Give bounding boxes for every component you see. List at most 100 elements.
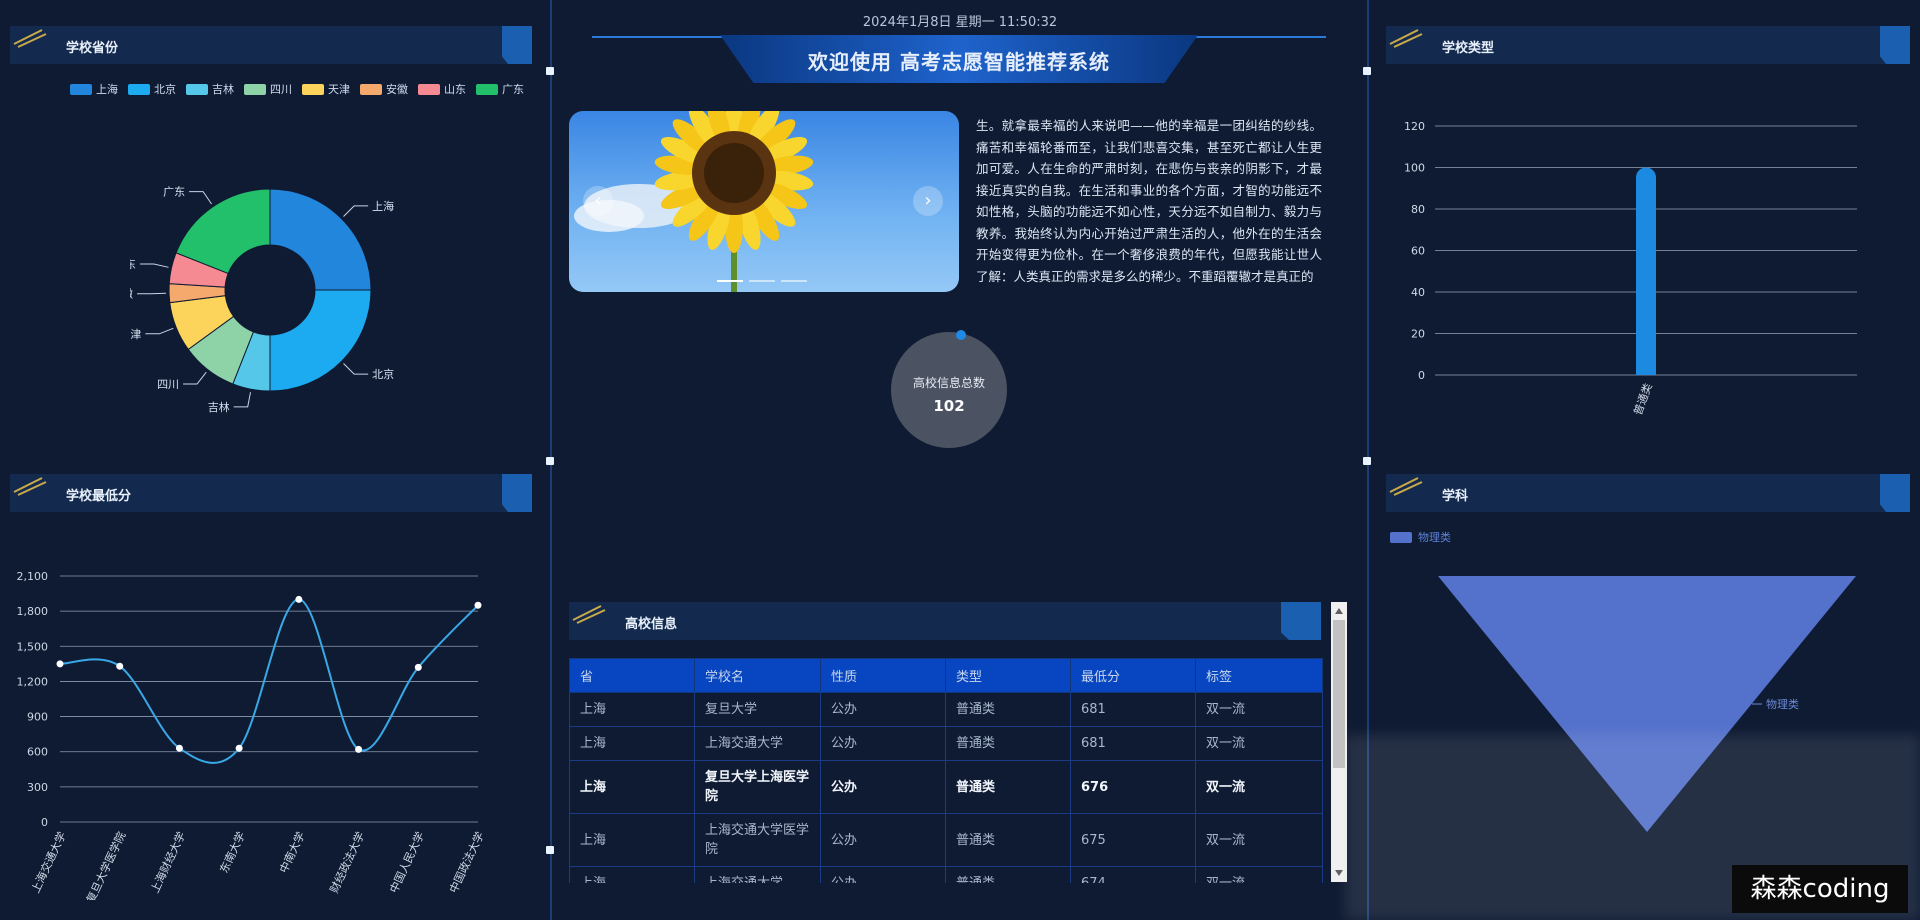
carousel-next-button[interactable]: › (913, 186, 943, 216)
page-title: 欢迎使用 高考志愿智能推荐系统 (808, 50, 1110, 74)
y-tick-label: 900 (27, 711, 48, 724)
x-tick-label: 上海财经大学 (148, 829, 189, 895)
x-tick-label: 东南大学 (217, 829, 248, 875)
cell-min-score: 681 (1070, 726, 1196, 761)
legend-item[interactable]: 安徽 (360, 81, 408, 97)
panel-corner-tab (502, 26, 532, 64)
cell-min-score: 681 (1070, 692, 1196, 727)
legend-item[interactable]: 上海 (70, 81, 118, 97)
legend-label: 北京 (154, 83, 176, 96)
cell-min-score: 675 (1070, 813, 1196, 867)
pie-slice-label: 上海 (372, 199, 394, 213)
cell-nature: 公办 (820, 760, 946, 814)
total-count-value: 102 (933, 397, 965, 415)
pie-slice-label: 安徽 (130, 287, 133, 301)
cell-tag: 双一流 (1195, 813, 1323, 867)
divider-handle[interactable] (1363, 67, 1371, 75)
x-tick-label: 财经政法大学 (327, 829, 368, 895)
pie-slice-label: 四川 (157, 378, 179, 391)
panel-corner-tab (502, 474, 532, 512)
y-tick-label: 0 (41, 816, 48, 829)
province-donut-chart: 上海北京吉林 四川 天津 安徽 山东 广东 (130, 186, 394, 414)
x-tick-label: 复旦大学医学院 (83, 829, 128, 900)
legend-item[interactable]: 山东 (418, 81, 466, 97)
cell-type: 普通类 (945, 692, 1071, 727)
min-score-panel-header: 学校最低分 (10, 474, 532, 512)
cell-school: 上海交通大学 (694, 866, 821, 883)
y-tick-label: 1,800 (17, 605, 49, 618)
legend-swatch (128, 83, 150, 95)
pie-label-line (183, 371, 207, 385)
legend-item[interactable]: 广东 (476, 81, 524, 97)
x-tick-label: 中国政法大学 (446, 829, 487, 895)
cell-province: 上海 (569, 866, 695, 883)
table-header-row: 省 学校名 性质 类型 最低分 标签 (569, 658, 1323, 693)
x-tick-label: 中南大学 (276, 829, 307, 875)
data-point (355, 745, 363, 753)
total-count-label: 高校信息总数 (912, 376, 985, 390)
pie-slice-label: 广东 (163, 186, 185, 199)
pie-slice (269, 289, 372, 392)
table-row[interactable]: 上海 复旦大学 公办 普通类 681 双一流 (569, 692, 1323, 727)
legend-label: 四川 (270, 83, 292, 96)
cell-nature: 公办 (820, 692, 946, 727)
image-carousel[interactable]: ‹ › (569, 111, 959, 292)
cell-type: 普通类 (945, 726, 1071, 761)
column-header-nature[interactable]: 性质 (820, 658, 946, 693)
data-point (56, 660, 64, 668)
y-tick-label: 80 (1411, 203, 1425, 216)
province-panel-header: 学校省份 (10, 26, 532, 64)
scroll-thumb[interactable] (1333, 620, 1345, 768)
data-point (116, 662, 124, 670)
panel-corner-tab (1880, 26, 1910, 64)
min-score-panel-title: 学校最低分 (66, 489, 132, 504)
subject-panel-title: 学科 (1442, 489, 1469, 504)
table-row-hovered[interactable]: 上海 复旦大学上海医学院 公办 普通类 676 双一流 (569, 760, 1323, 814)
scroll-down-icon[interactable] (1335, 870, 1343, 876)
divider-handle[interactable] (546, 67, 554, 75)
cell-province: 上海 (569, 726, 695, 761)
table-row[interactable]: 上海 上海交通大学医学院 公办 普通类 675 双一流 (569, 813, 1323, 867)
carousel-dot[interactable] (749, 280, 775, 282)
y-tick-label: 300 (27, 781, 48, 794)
y-tick-label: 600 (27, 746, 48, 759)
y-tick-label: 1,500 (17, 640, 49, 653)
watermark: 森森coding (1732, 865, 1908, 913)
header-stripes-icon (1389, 29, 1423, 48)
column-header-min-score[interactable]: 最低分 (1070, 658, 1196, 693)
legend-swatch (186, 83, 208, 95)
carousel-dot[interactable] (717, 280, 743, 282)
y-tick-label: 1,200 (17, 675, 49, 688)
cell-province: 上海 (569, 692, 695, 727)
cell-province: 上海 (569, 813, 695, 867)
carousel-dot[interactable] (781, 280, 807, 282)
column-header-tag[interactable]: 标签 (1195, 658, 1323, 693)
legend-swatch (418, 83, 440, 95)
cell-nature: 公办 (820, 726, 946, 761)
pie-slice (269, 188, 372, 291)
table-row[interactable]: 上海 上海交通大学 公办 普通类 681 双一流 (569, 726, 1323, 761)
cell-school: 上海交通大学 (694, 726, 821, 761)
legend-item[interactable]: 天津 (302, 81, 350, 97)
divider-handle[interactable] (1363, 457, 1371, 465)
legend-swatch (476, 83, 498, 95)
carousel-prev-button[interactable]: ‹ (583, 186, 613, 216)
divider-handle[interactable] (546, 846, 554, 854)
cell-min-score: 676 (1070, 760, 1196, 814)
column-header-type[interactable]: 类型 (945, 658, 1071, 693)
column-header-school[interactable]: 学校名 (694, 658, 821, 693)
scroll-up-icon[interactable] (1335, 608, 1343, 614)
pie-label-line (139, 263, 169, 268)
legend-item[interactable]: 四川 (244, 81, 292, 97)
legend-label: 物理类 (1418, 530, 1451, 544)
x-tick-label: 普通类 (1630, 381, 1654, 417)
bar (1636, 167, 1656, 375)
divider-handle[interactable] (546, 457, 554, 465)
legend-item[interactable]: 吉林 (186, 81, 234, 97)
table-row[interactable]: 上海 上海交通大学 公办 普通类 674 双一流 (569, 866, 1323, 883)
sunflower-image (574, 111, 814, 292)
legend-item[interactable]: 北京 (128, 81, 176, 97)
pie-label-line (343, 205, 369, 217)
data-point (474, 601, 482, 609)
column-header-province[interactable]: 省 (569, 658, 695, 693)
